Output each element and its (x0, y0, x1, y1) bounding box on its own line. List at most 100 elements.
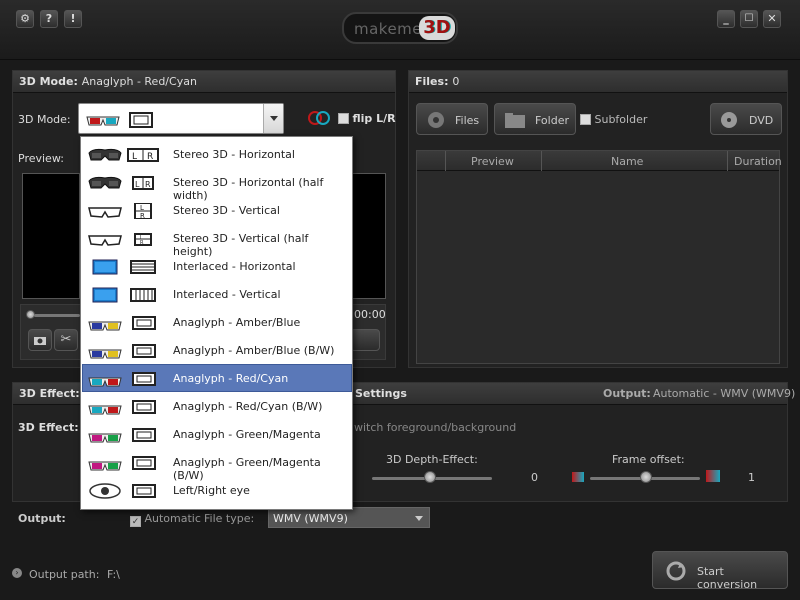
svg-text:L: L (140, 204, 144, 212)
flip-toggle-icon[interactable] (308, 111, 332, 125)
svg-text:R: R (147, 152, 153, 162)
subfolder-checkbox-box[interactable] (580, 114, 591, 125)
dropdown-option[interactable]: Left/Right eye (83, 477, 351, 503)
file-list[interactable]: Preview Name Duration (416, 150, 782, 364)
dropdown-option[interactable]: Interlaced - Horizontal (83, 253, 351, 279)
frame-offset-label: Frame offset: (612, 453, 685, 466)
column-duration[interactable]: Duration (734, 155, 782, 168)
column-preview[interactable]: Preview (471, 155, 514, 168)
mode-dropdown-list[interactable]: L R Stereo 3D - Horizontal L R Stereo 3D - Ho… (80, 136, 353, 510)
dropdown-option-label: Anaglyph - Green/Magenta (173, 428, 321, 441)
depth-value: 0 (531, 471, 538, 484)
mode-combo-arrow[interactable] (263, 104, 283, 133)
shutter-glasses-icon (88, 148, 122, 161)
start-conversion-button[interactable]: Start conversion (652, 551, 788, 591)
dropdown-option[interactable]: Interlaced - Vertical (83, 281, 351, 307)
green-magenta-glasses-icon (88, 433, 122, 443)
depth-knob[interactable] (424, 471, 436, 483)
svg-text:L: L (132, 152, 137, 162)
dropdown-option-label: Anaglyph - Amber/Blue (173, 316, 301, 329)
preview-area-right (352, 173, 386, 299)
film-frame-icon (129, 112, 153, 128)
polarized-glasses-icon (88, 207, 122, 218)
info-icon[interactable]: ! (64, 10, 82, 28)
film-frame-icon (132, 456, 156, 470)
file-type-select[interactable]: WMV (WMV9) (268, 507, 430, 528)
logo-text: makeme (354, 20, 423, 38)
flip-checkbox-box[interactable] (338, 113, 349, 124)
flip-lr-checkbox[interactable]: flip L/R (338, 112, 396, 125)
settings-icon[interactable]: ⚙ (16, 10, 34, 28)
app-logo: makeme 3D (342, 12, 458, 44)
film-frame-icon (132, 344, 156, 358)
output-header-value: Automatic - WMV (WMV9) (653, 387, 796, 400)
add-folder-button[interactable]: Folder (494, 103, 576, 135)
output-path-label: Output path: (29, 568, 100, 581)
svg-text:R: R (145, 180, 151, 189)
logo-badge: 3D (419, 16, 455, 40)
film-frame-icon (132, 428, 156, 442)
folder-button-label: Folder (535, 114, 569, 127)
dropdown-option[interactable]: L R Stereo 3D - Vertical (half height) (83, 225, 351, 258)
film-frame-icon (132, 400, 156, 414)
close-button[interactable]: ✕ (763, 10, 781, 28)
output-path-value[interactable]: F:\ (107, 568, 120, 581)
flip-lr-label: flip L/R (352, 112, 396, 125)
chevron-down-icon (415, 516, 423, 521)
red-cyan-glasses-icon (88, 377, 122, 387)
dropdown-option[interactable]: L R Stereo 3D - Horizontal (half width) (83, 169, 351, 202)
offset-left-icon (572, 472, 584, 482)
dropdown-option-label: Interlaced - Vertical (173, 288, 281, 301)
disc-icon (721, 112, 737, 128)
column-name[interactable]: Name (611, 155, 643, 168)
refresh-icon (666, 561, 686, 581)
automatic-label: Automatic (144, 512, 201, 525)
title-bar: ⚙ ? ! makeme 3D _ ☐ ✕ (0, 0, 800, 60)
files-count: 0 (452, 75, 460, 88)
maximize-button[interactable]: ☐ (740, 10, 758, 28)
mode-combo[interactable] (78, 103, 284, 134)
dvd-button-label: DVD (749, 114, 774, 127)
film-frame-icon (132, 372, 156, 386)
dvd-button[interactable]: DVD (710, 103, 782, 135)
eye-glasses-icon (89, 483, 121, 499)
add-files-button[interactable]: Files (416, 103, 488, 135)
minimize-button[interactable]: _ (717, 10, 735, 28)
green-magenta-glasses-icon (88, 461, 122, 471)
subfolder-checkbox[interactable]: Subfolder (580, 113, 647, 126)
dropdown-option[interactable]: L R Stereo 3D - Horizontal (83, 141, 351, 167)
dropdown-option[interactable]: Anaglyph - Amber/Blue (83, 309, 351, 335)
monitor-glasses-icon (92, 287, 118, 303)
preview-area (22, 173, 80, 299)
cut-icon[interactable]: ✂ (54, 329, 78, 351)
shutter-glasses-icon (88, 176, 122, 189)
svg-text:R: R (140, 212, 145, 219)
files-button-label: Files (455, 114, 480, 127)
preview-label: Preview: (18, 152, 64, 165)
output-header-label: Output: (603, 387, 651, 400)
red-cyan-glasses-icon (88, 405, 122, 415)
dropdown-option[interactable]: Anaglyph - Red/Cyan (B/W) (83, 393, 351, 419)
dropdown-option-label: Anaglyph - Red/Cyan (173, 372, 289, 385)
seek-track[interactable] (34, 314, 80, 317)
dropdown-option[interactable]: Anaglyph - Red/Cyan (82, 364, 352, 392)
snapshot-button[interactable] (28, 329, 52, 351)
frame-offset-knob[interactable] (640, 471, 652, 483)
dropdown-option[interactable]: Anaglyph - Amber/Blue (B/W) (83, 337, 351, 363)
automatic-checkbox[interactable]: ✓ Automatic (130, 512, 201, 527)
amber-blue-glasses-icon (88, 349, 122, 359)
dropdown-option[interactable]: Anaglyph - Green/Magenta (B/W) (83, 449, 351, 482)
subfolder-label: Subfolder (594, 113, 648, 126)
automatic-check-icon[interactable]: ✓ (130, 516, 141, 527)
red-cyan-glasses-icon (86, 116, 120, 126)
dropdown-option[interactable]: Anaglyph - Green/Magenta (83, 421, 351, 447)
dropdown-option[interactable]: L R Stereo 3D - Vertical (83, 197, 351, 223)
start-conversion-label: Start conversion (697, 565, 758, 591)
files-panel-header: Files: 0 (409, 71, 787, 93)
effect-field-label: 3D Effect: (18, 421, 79, 434)
LR-frame-icon: LR (127, 148, 159, 162)
volume-button[interactable] (350, 329, 380, 351)
mode-header-label: 3D Mode: (19, 75, 78, 88)
help-icon[interactable]: ? (40, 10, 58, 28)
mode-panel-header: 3D Mode: Anaglyph - Red/Cyan (13, 71, 395, 93)
